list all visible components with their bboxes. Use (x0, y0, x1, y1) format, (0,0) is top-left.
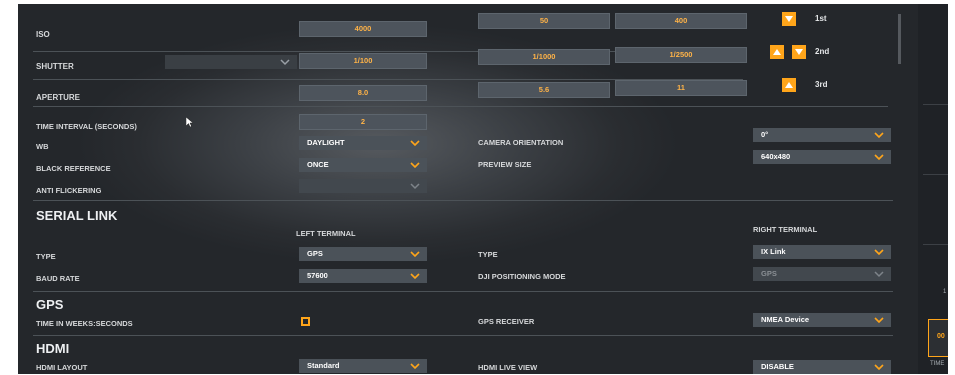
hdmi-layout-label: HDMI LAYOUT (36, 363, 88, 372)
chevron-down-icon (409, 179, 421, 193)
gps-receiver-label: GPS RECEIVER (478, 317, 535, 326)
side-panel-divider (923, 174, 948, 175)
arrow-up-icon (770, 45, 784, 59)
arrow-down-icon (792, 45, 806, 59)
priority-2-down-button[interactable] (792, 45, 806, 59)
priority-1-label: 1st (815, 14, 827, 23)
right-type-dropdown[interactable]: IX Link (753, 245, 891, 259)
shutter-max-field[interactable]: 1/2500 (615, 47, 747, 63)
left-type-dropdown[interactable]: GPS (299, 247, 427, 261)
iso-value-field[interactable]: 4000 (299, 21, 427, 37)
mouse-cursor-icon (185, 114, 194, 132)
hdmi-title: HDMI (36, 341, 70, 356)
iso-max-field[interactable]: 400 (615, 13, 747, 29)
preview-size-label: PREVIEW SIZE (478, 160, 532, 169)
priority-1-down-button[interactable] (782, 12, 796, 26)
camera-orientation-value: 0° (761, 130, 769, 139)
chevron-down-icon (409, 136, 421, 150)
chevron-down-icon (873, 313, 885, 327)
anti-flickering-label: ANTI FLICKERING (36, 186, 102, 195)
side-panel-button[interactable]: 00 (928, 319, 948, 357)
divider (33, 200, 893, 201)
shutter-value-field[interactable]: 1/100 (299, 53, 427, 69)
chevron-down-icon (409, 247, 421, 261)
chevron-down-icon (409, 359, 421, 373)
preview-size-value: 640x480 (761, 152, 791, 161)
aperture-min-field[interactable]: 5.6 (478, 82, 610, 98)
iso-min-field[interactable]: 50 (478, 13, 610, 29)
side-panel-divider (923, 104, 948, 105)
baud-rate-value: 57600 (307, 271, 328, 280)
aperture-value-field[interactable]: 8.0 (299, 85, 427, 101)
serial-link-title: SERIAL LINK (36, 208, 118, 223)
shutter-mode-dropdown[interactable] (165, 55, 297, 69)
baud-rate-label: BAUD RATE (36, 274, 80, 283)
iso-label: ISO (36, 30, 50, 39)
dji-mode-label: DJI POSITIONING MODE (478, 272, 566, 281)
black-reference-label: BLACK REFERENCE (36, 164, 111, 173)
black-reference-value: ONCE (307, 160, 329, 169)
gps-receiver-value: NMEA Device (761, 315, 810, 324)
hdmi-layout-value: Standard (307, 361, 340, 370)
dji-mode-dropdown[interactable]: GPS (753, 267, 891, 281)
priority-2-label: 2nd (815, 47, 830, 56)
side-panel-divider (923, 244, 948, 245)
chevron-down-icon (279, 55, 291, 69)
wb-label: WB (36, 142, 49, 151)
shutter-label: SHUTTER (36, 62, 74, 71)
aperture-label: APERTURE (36, 93, 81, 102)
side-panel-digit: 1 (943, 289, 947, 295)
wb-dropdown[interactable]: DAYLIGHT (299, 136, 427, 150)
left-type-label: TYPE (36, 252, 56, 261)
scrollbar[interactable] (898, 14, 901, 64)
left-type-value: GPS (307, 249, 323, 258)
time-in-weeks-checkbox[interactable] (301, 317, 310, 326)
time-interval-field[interactable]: 2 (299, 114, 427, 130)
priority-3-label: 3rd (815, 80, 828, 89)
side-panel-time-label: TIME (930, 361, 945, 367)
anti-flickering-dropdown[interactable] (299, 179, 427, 193)
hdmi-live-view-dropdown[interactable]: DISABLE (753, 360, 891, 374)
chevron-down-icon (873, 150, 885, 164)
chevron-down-icon (409, 158, 421, 172)
time-in-weeks-label: TIME IN WEEKS:SECONDS (36, 319, 133, 328)
chevron-down-icon (873, 267, 885, 281)
priority-3-up-button[interactable] (782, 78, 796, 92)
divider (33, 106, 888, 107)
hdmi-live-view-value: DISABLE (761, 362, 794, 371)
wb-value: DAYLIGHT (307, 138, 345, 147)
right-type-label: TYPE (478, 250, 498, 259)
arrow-down-icon (782, 12, 796, 26)
priority-2-up-button[interactable] (770, 45, 784, 59)
preview-size-dropdown[interactable]: 640x480 (753, 150, 891, 164)
gps-receiver-dropdown[interactable]: NMEA Device (753, 313, 891, 327)
dji-mode-value: GPS (761, 269, 777, 278)
black-reference-dropdown[interactable]: ONCE (299, 158, 427, 172)
settings-screen: ISO 4000 50 400 SHUTTER 1/100 1/1000 1/2… (18, 4, 948, 374)
left-terminal-heading: LEFT TERMINAL (296, 229, 356, 238)
camera-orientation-dropdown[interactable]: 0° (753, 128, 891, 142)
hdmi-layout-dropdown[interactable]: Standard (299, 359, 427, 373)
arrow-up-icon (782, 78, 796, 92)
divider (33, 335, 893, 336)
hdmi-live-view-label: HDMI LIVE VIEW (478, 363, 538, 372)
right-terminal-heading: RIGHT TERMINAL (753, 225, 818, 234)
baud-rate-dropdown[interactable]: 57600 (299, 269, 427, 283)
chevron-down-icon (873, 360, 885, 374)
side-panel-button-text: 00 (937, 333, 945, 340)
chevron-down-icon (873, 245, 885, 259)
chevron-down-icon (409, 269, 421, 283)
gps-title: GPS (36, 297, 64, 312)
time-interval-label: TIME INTERVAL (Seconds) (36, 122, 137, 131)
camera-orientation-label: CAMERA ORIENTATION (478, 138, 564, 147)
aperture-max-field[interactable]: 11 (615, 80, 747, 96)
divider (33, 291, 893, 292)
right-type-value: IX Link (761, 247, 786, 256)
chevron-down-icon (873, 128, 885, 142)
shutter-min-field[interactable]: 1/1000 (478, 49, 610, 65)
